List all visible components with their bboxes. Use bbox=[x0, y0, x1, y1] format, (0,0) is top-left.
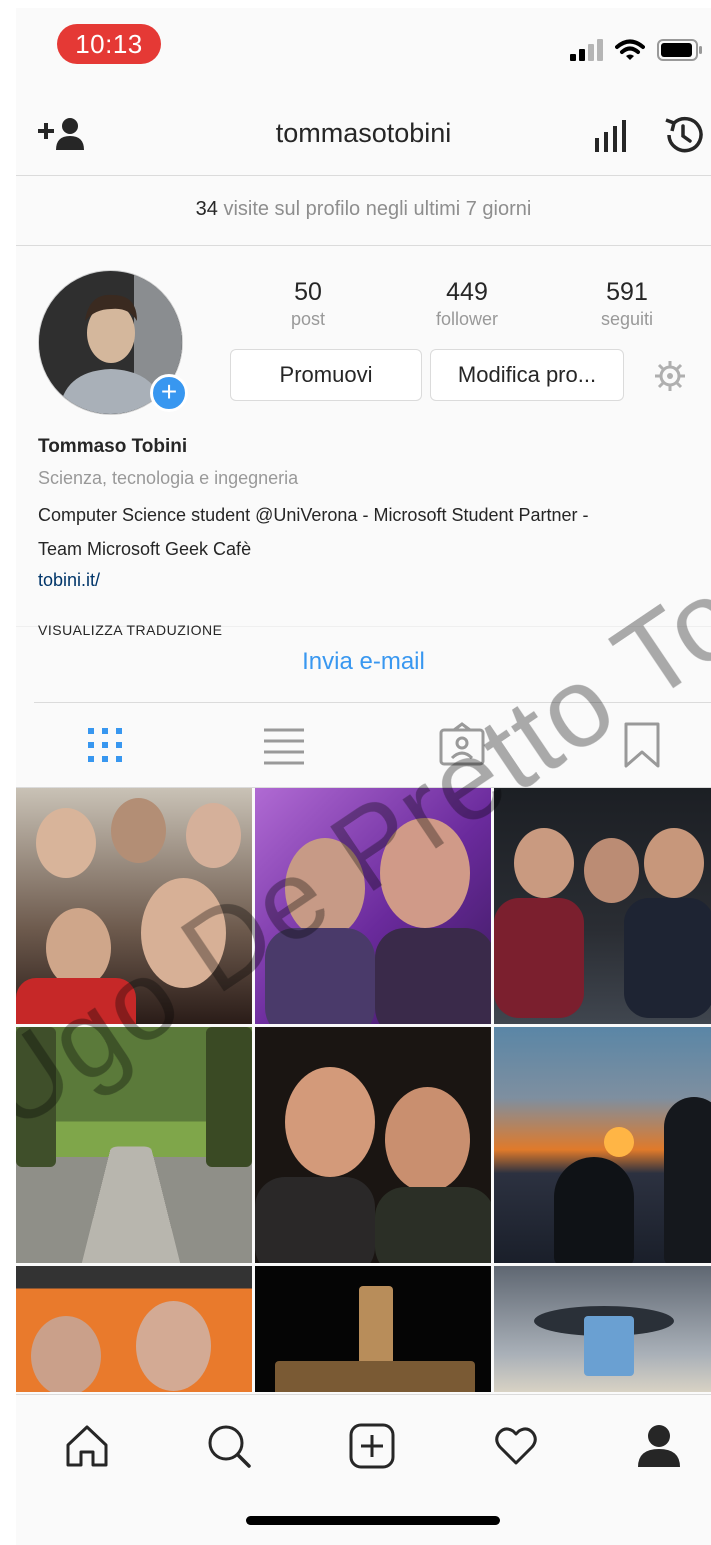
stat-followers-value: 449 bbox=[446, 278, 488, 306]
home-icon[interactable] bbox=[64, 1423, 110, 1469]
post-thumbnail[interactable] bbox=[255, 788, 491, 1024]
edit-profile-button[interactable]: Modifica pro... bbox=[430, 349, 624, 401]
signal-icon bbox=[570, 39, 603, 61]
stat-following[interactable]: 591 seguiti bbox=[567, 278, 687, 330]
status-bar: 10:13 bbox=[16, 8, 711, 88]
bio-line-2: Team Microsoft Geek Cafè bbox=[38, 539, 252, 559]
home-indicator[interactable] bbox=[246, 1516, 500, 1525]
profile-website-link[interactable]: tobini.it/ bbox=[38, 570, 100, 591]
stat-posts-label: post bbox=[290, 309, 326, 329]
status-time[interactable]: 10:13 bbox=[57, 24, 161, 64]
post-thumbnail[interactable] bbox=[16, 1266, 252, 1392]
add-post-icon[interactable] bbox=[349, 1423, 395, 1469]
stat-followers-label: follower bbox=[435, 309, 499, 329]
top-navigation: tommasotobini bbox=[16, 98, 711, 176]
promote-button[interactable]: Promuovi bbox=[230, 349, 422, 401]
profile-bio: Computer Science student @UniVerona - Mi… bbox=[38, 498, 698, 566]
status-icons bbox=[569, 36, 703, 64]
visits-count: 34 bbox=[195, 198, 218, 220]
search-icon[interactable] bbox=[206, 1423, 252, 1469]
wifi-icon bbox=[615, 39, 645, 60]
history-icon[interactable] bbox=[662, 114, 704, 156]
profile-tabs bbox=[16, 704, 711, 788]
post-thumbnail[interactable] bbox=[494, 788, 711, 1024]
post-thumbnail[interactable] bbox=[494, 1266, 711, 1392]
send-email-button[interactable]: Invia e-mail bbox=[16, 648, 711, 676]
profile-category: Scienza, tecnologia e ingegneria bbox=[38, 468, 299, 488]
divider bbox=[34, 702, 711, 703]
posts-grid bbox=[16, 788, 711, 1394]
post-thumbnail[interactable] bbox=[16, 1027, 252, 1263]
profile-icon[interactable] bbox=[636, 1423, 682, 1469]
stat-following-value: 591 bbox=[606, 278, 648, 306]
profile-name: Tommaso Tobini bbox=[38, 436, 188, 457]
stat-followers[interactable]: 449 follower bbox=[407, 278, 527, 330]
add-story-button[interactable]: + bbox=[150, 374, 188, 412]
grid-icon[interactable] bbox=[80, 722, 130, 768]
post-thumbnail[interactable] bbox=[255, 1266, 491, 1392]
stat-following-label: seguiti bbox=[600, 309, 654, 329]
stat-posts[interactable]: 50 post bbox=[248, 278, 368, 330]
visits-text: visite sul profilo negli ultimi 7 giorni bbox=[223, 198, 532, 220]
heart-icon[interactable] bbox=[493, 1423, 539, 1469]
list-icon[interactable] bbox=[260, 722, 310, 768]
bottom-navigation bbox=[16, 1394, 711, 1545]
tagged-icon[interactable] bbox=[438, 722, 488, 768]
insights-icon[interactable] bbox=[594, 120, 628, 152]
profile-visits-banner[interactable]: 34 visite sul profilo negli ultimi 7 gio… bbox=[16, 176, 711, 246]
settings-gear-icon[interactable] bbox=[654, 360, 686, 392]
saved-icon[interactable] bbox=[618, 722, 668, 768]
stat-posts-value: 50 bbox=[294, 278, 322, 306]
see-translation-link[interactable]: VISUALIZZA TRADUZIONE bbox=[38, 622, 223, 638]
post-thumbnail[interactable] bbox=[16, 788, 252, 1024]
post-thumbnail[interactable] bbox=[255, 1027, 491, 1263]
bio-line-1: Computer Science student @UniVerona - Mi… bbox=[38, 505, 589, 525]
app-screen: 10:13 tommasotobini 34 visite sul profil… bbox=[16, 8, 711, 1545]
post-thumbnail[interactable] bbox=[494, 1027, 711, 1263]
battery-icon bbox=[657, 39, 702, 61]
